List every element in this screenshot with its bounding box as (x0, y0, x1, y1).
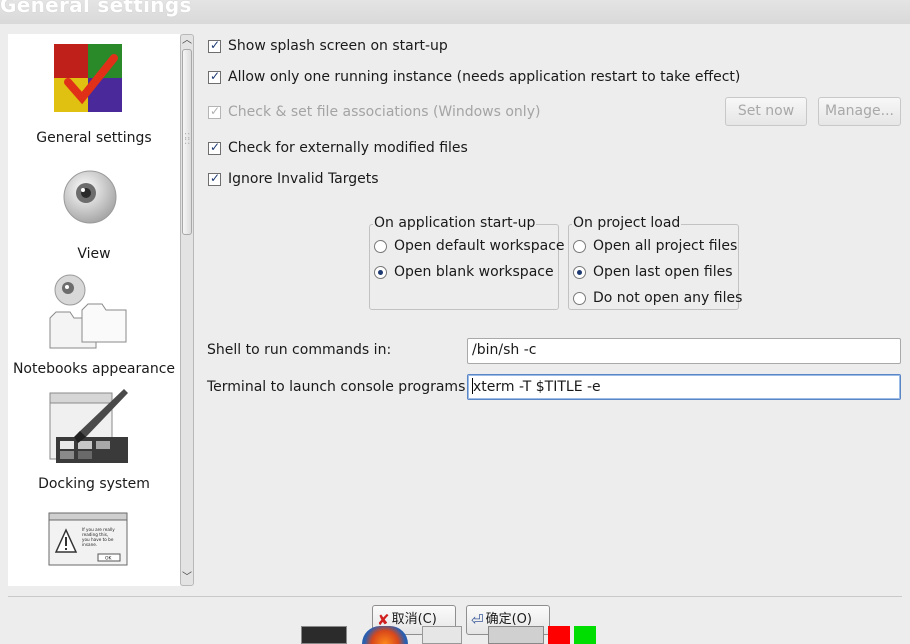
set-now-button: Set now (725, 97, 807, 126)
sidebar-item-label: View (77, 246, 111, 262)
terminal-input[interactable]: xterm -T $TITLE -e (467, 374, 901, 400)
manage-button: Manage... (818, 97, 901, 126)
sidebar-item-label: General settings (36, 130, 152, 146)
radio-unselected-icon[interactable] (573, 291, 586, 305)
notebooks-appearance-icon (49, 274, 127, 349)
red-app-icon[interactable] (548, 626, 570, 644)
ignore-invalid-label: Ignore Invalid Targets (228, 171, 379, 187)
checkbox-checked-icon[interactable] (208, 38, 221, 53)
checkbox-checked-icon[interactable] (208, 69, 221, 84)
radio-open-all-project-files[interactable]: Open all project files (573, 236, 737, 256)
window-app-icon[interactable] (488, 626, 544, 644)
shell-label: Shell to run commands in: (207, 342, 392, 358)
checkbox-checked-icon (208, 104, 221, 119)
sidebar-item-dialogs[interactable]: If you are really reading this, you have… (8, 494, 180, 586)
dialog-warning-icon: If you are really reading this, you have… (48, 512, 128, 566)
radio-unselected-icon[interactable] (573, 239, 586, 253)
radio-label: Do not open any files (593, 290, 743, 306)
radio-selected-icon[interactable] (573, 265, 586, 279)
radio-label: Open last open files (593, 264, 733, 280)
file-assoc-label: Check & set file associations (Windows o… (228, 104, 541, 120)
project-load-group-title: On project load (572, 215, 682, 231)
sidebar-item-general-settings[interactable]: General settings (8, 34, 180, 149)
terminal-label: Terminal to launch console programs: (207, 379, 471, 395)
radio-do-not-open-any-files[interactable]: Do not open any files (573, 288, 742, 308)
terminal-input-value: xterm -T $TITLE -e (473, 379, 601, 395)
single-instance-label: Allow only one running instance (needs a… (228, 69, 741, 85)
radio-open-last-open-files[interactable]: Open last open files (573, 262, 733, 282)
external-modified-checkbox[interactable]: Check for externally modified files (208, 138, 468, 158)
sidebar-item-view[interactable]: View (8, 149, 180, 264)
radio-label: Open blank workspace (394, 264, 554, 280)
single-instance-checkbox[interactable]: Allow only one running instance (needs a… (208, 67, 740, 87)
splash-checkbox[interactable]: Show splash screen on start-up (208, 36, 448, 56)
ignore-invalid-checkbox[interactable]: Ignore Invalid Targets (208, 169, 379, 189)
shell-input-value: /bin/sh -c (472, 342, 537, 358)
page-title: General settings (0, 0, 192, 17)
scroll-down-arrow-icon[interactable]: ﹀ (181, 572, 193, 585)
sidebar-item-docking-system[interactable]: Docking system (8, 379, 180, 494)
checkbox-checked-icon[interactable] (208, 171, 221, 186)
radio-label: Open default workspace (394, 238, 565, 254)
editor-app-icon[interactable] (422, 626, 462, 644)
sidebar-item-label: Docking system (38, 476, 150, 492)
file-assoc-checkbox: Check & set file associations (Windows o… (208, 102, 540, 122)
category-list[interactable]: General settings View Notebooks appearan… (8, 34, 180, 586)
docking-system-icon (49, 389, 128, 463)
splash-label: Show splash screen on start-up (228, 38, 448, 54)
startup-group-title: On application start-up (373, 215, 537, 231)
radio-label: Open all project files (593, 238, 738, 254)
view-eye-icon (63, 170, 117, 224)
startup-group: On application start-up Open default wor… (369, 215, 565, 310)
shell-input[interactable]: /bin/sh -c (467, 338, 901, 364)
radio-open-default-workspace[interactable]: Open default workspace (374, 236, 565, 256)
project-load-group: On project load Open all project files O… (568, 215, 742, 310)
ok-enter-icon: ⏎ (471, 611, 484, 629)
terminal-app-icon[interactable] (301, 626, 347, 644)
sidebar-item-label: Notebooks appearance (12, 361, 176, 377)
checkbox-checked-icon[interactable] (208, 140, 221, 155)
radio-open-blank-workspace[interactable]: Open blank workspace (374, 262, 554, 282)
sidebar-scrollbar[interactable]: ︿ ﹀ (180, 34, 194, 586)
green-app-icon[interactable] (574, 626, 596, 644)
scroll-up-arrow-icon[interactable]: ︿ (181, 35, 193, 48)
radio-selected-icon[interactable] (374, 265, 387, 279)
radio-unselected-icon[interactable] (374, 239, 387, 253)
general-settings-icon (54, 44, 122, 112)
separator (8, 596, 902, 597)
dialog-icon-ok-text: OK (105, 556, 113, 562)
external-modified-label: Check for externally modified files (228, 140, 468, 156)
title-bar: General settings (0, 0, 910, 24)
splitter-grip-icon[interactable]: ⁚⁚ ⁚⁚ (184, 133, 190, 147)
sidebar-item-notebooks-appearance[interactable]: Notebooks appearance (8, 264, 180, 379)
